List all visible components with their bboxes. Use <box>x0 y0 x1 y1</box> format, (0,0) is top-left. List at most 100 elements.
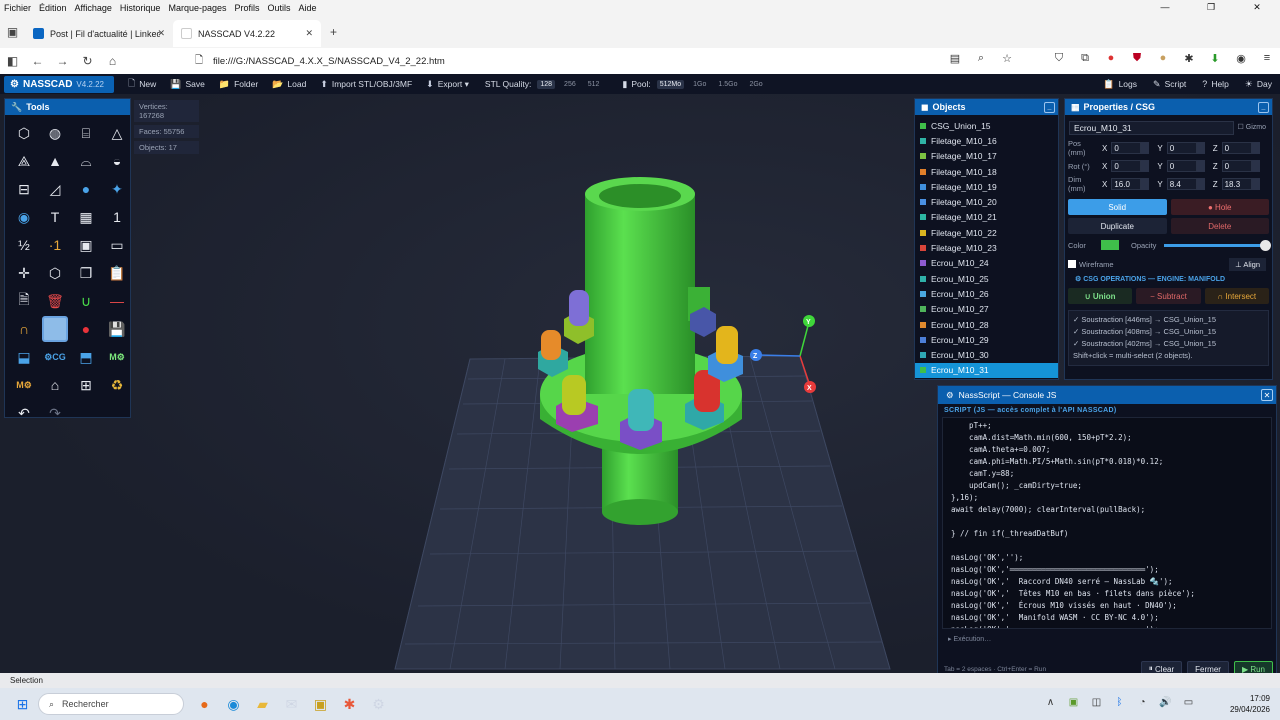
stl-quality-option[interactable]: 128 <box>537 79 556 89</box>
save-button[interactable]: 💾 Save <box>170 76 205 92</box>
align-button[interactable]: ⊥ Align <box>1229 257 1266 271</box>
spinner-icon[interactable] <box>1251 178 1260 190</box>
os-menu-item[interactable]: Affichage <box>71 3 116 13</box>
pos-x-input[interactable]: 0 <box>1111 142 1142 154</box>
spinner-icon[interactable] <box>1251 160 1260 172</box>
object-list-item[interactable]: Filetage_M10_18 <box>915 164 1058 179</box>
object-list-item[interactable]: Filetage_M10_19 <box>915 179 1058 194</box>
store-icon[interactable]: ▣ <box>306 696 335 713</box>
grid-tool-icon[interactable]: ⊞ <box>73 372 99 398</box>
object-list-item[interactable]: Ecrou_M10_25 <box>915 271 1058 286</box>
object-list-item[interactable]: Ecrou_M10_24 <box>915 256 1058 271</box>
one-tool-icon[interactable]: 1 <box>104 204 130 230</box>
dim-z-input[interactable]: 18.3 <box>1221 178 1252 190</box>
new-tab-icon[interactable]: + <box>321 25 346 39</box>
restore-icon[interactable]: ❐ <box>1188 0 1234 15</box>
stl-quality-option[interactable]: 512 <box>585 80 603 89</box>
spinner-icon[interactable] <box>1196 160 1205 172</box>
pool-option[interactable]: 1.5Go <box>715 80 740 89</box>
spinner-icon[interactable] <box>1196 178 1205 190</box>
spinner-icon[interactable] <box>1141 142 1150 154</box>
tube-tool-icon[interactable]: ⊟ <box>11 176 37 202</box>
day-button[interactable]: ☀ Day <box>1245 79 1272 90</box>
gizmo-toggle[interactable]: ☐ Gizmo <box>1238 123 1266 131</box>
reader-icon[interactable]: ▤ <box>942 52 968 65</box>
os-menu-item[interactable]: Fichier <box>0 3 35 13</box>
extensions-icon[interactable]: ⧉ <box>1072 52 1098 65</box>
opacity-slider-thumb[interactable] <box>1260 239 1272 251</box>
explorer-icon[interactable]: ▰ <box>248 696 277 713</box>
os-menu-item[interactable]: Outils <box>264 3 295 13</box>
load-button[interactable]: 📂 Load <box>272 76 306 92</box>
wedge-tool-icon[interactable]: ◿ <box>42 176 68 202</box>
os-menu-item[interactable]: Historique <box>116 3 165 13</box>
import-tool-icon[interactable]: ⬒ <box>73 344 99 370</box>
rot-y-input[interactable]: 0 <box>1166 160 1197 172</box>
import-button[interactable]: ⬆ Import STL/OBJ/3MF <box>320 76 412 92</box>
minimize-icon[interactable]: — <box>1142 0 1188 15</box>
minus-one-tool-icon[interactable]: ·1 <box>42 232 68 258</box>
sidebar-icon[interactable]: ◧ <box>0 54 25 68</box>
home-icon[interactable]: ⌂ <box>100 54 125 68</box>
recycle-tool-icon[interactable]: ♻ <box>104 372 130 398</box>
new-button[interactable]: 🗋 New <box>128 76 156 92</box>
reload-icon[interactable]: ↻ <box>75 54 100 68</box>
wifi-icon[interactable]: ◔ <box>1131 697 1154 708</box>
app-icon[interactable]: ✱ <box>335 696 364 713</box>
code-editor[interactable]: pT++; camA.dist=Math.min(600, 150+pT*2.2… <box>942 417 1272 629</box>
object-list-item[interactable]: Ecrou_M10_29 <box>915 332 1058 347</box>
duplicate-button[interactable]: Duplicate <box>1068 218 1167 234</box>
logs-button[interactable]: 📋 Logs <box>1103 79 1137 90</box>
object-list-item[interactable]: Filetage_M10_23 <box>915 240 1058 255</box>
cube-tool-icon[interactable]: ⬡ <box>11 120 37 146</box>
file-tool-icon[interactable]: 🗎 <box>11 288 37 314</box>
object-list-item[interactable]: Ecrou_M10_28 <box>915 317 1058 332</box>
adblock-icon[interactable]: ● <box>1098 52 1124 65</box>
stl-quality-option[interactable]: 256 <box>561 80 579 89</box>
dim-y-input[interactable]: 8.4 <box>1166 178 1197 190</box>
zoom-icon[interactable]: ⌕ <box>968 52 994 65</box>
network-icon[interactable]: ◫ <box>1085 697 1108 708</box>
firefox-icon[interactable]: ● <box>190 696 219 712</box>
export-tool-icon[interactable]: ⬓ <box>11 344 37 370</box>
object-list-item[interactable]: Ecrou_M10_27 <box>915 302 1058 317</box>
browser-tab[interactable]: NASSCAD V4.2.22 ✕ <box>173 20 321 47</box>
move-tool-icon[interactable]: ✦ <box>104 176 130 202</box>
subtract-button[interactable]: − Subtract <box>1136 288 1201 304</box>
save-tool-icon[interactable]: 💾 <box>104 316 130 342</box>
object-list-item[interactable]: Filetage_M10_16 <box>915 133 1058 148</box>
spinner-icon[interactable] <box>1141 178 1150 190</box>
manifold-tool-icon[interactable]: M⚙ <box>104 344 130 370</box>
tab-close-icon[interactable]: ✕ <box>157 28 165 39</box>
color-picker[interactable] <box>1101 240 1119 250</box>
copy-tool-icon[interactable]: ❐ <box>73 260 99 286</box>
solid-button[interactable]: Solid <box>1068 199 1167 215</box>
half-tool-icon[interactable]: ½ <box>11 232 37 258</box>
battery-icon[interactable]: ▭ <box>1177 697 1200 708</box>
os-menu-item[interactable]: Marque-pages <box>164 3 230 13</box>
trash-tool-icon[interactable]: 🗑 <box>42 288 68 314</box>
profile-icon[interactable]: ◉ <box>1228 52 1254 65</box>
mesh-ops-tool-icon[interactable]: M⚙ <box>11 372 37 398</box>
pos-y-input[interactable]: 0 <box>1166 142 1197 154</box>
shield-icon[interactable]: ⛊ <box>1124 52 1150 65</box>
sphere-tool-icon[interactable]: ◍ <box>42 120 68 146</box>
object-list-item[interactable]: Ecrou_M10_26 <box>915 286 1058 301</box>
volume-icon[interactable]: 🔊 <box>1154 697 1177 708</box>
hexagon-tool-icon[interactable]: ⬡ <box>42 260 68 286</box>
undo-icon[interactable]: ↶ <box>11 400 37 426</box>
edge-icon[interactable]: ◉ <box>219 696 248 713</box>
object-list-item[interactable]: Filetage_M10_21 <box>915 210 1058 225</box>
intersect-tool-icon[interactable]: ∩ <box>11 316 37 342</box>
object-list-item[interactable]: Ecrou_M10_31 <box>915 362 1058 379</box>
object-list-item[interactable]: Ecrou_M10_30 <box>915 347 1058 362</box>
pivot-tool-icon[interactable]: ✛ <box>11 260 37 286</box>
pos-z-input[interactable]: 0 <box>1221 142 1252 154</box>
prism-tool-icon[interactable]: ▲ <box>42 148 68 174</box>
pool-option[interactable]: 2Go <box>746 80 765 89</box>
url-bar[interactable]: 🗋 file:///G:/NASSCAD_4.X.X_S/NASSCAD_V4_… <box>195 50 1005 72</box>
back-icon[interactable]: ← <box>25 54 50 68</box>
half-sphere-tool-icon[interactable]: ◒ <box>104 148 130 174</box>
dome-tool-icon[interactable]: ⌓ <box>73 148 99 174</box>
rot-z-input[interactable]: 0 <box>1221 160 1252 172</box>
